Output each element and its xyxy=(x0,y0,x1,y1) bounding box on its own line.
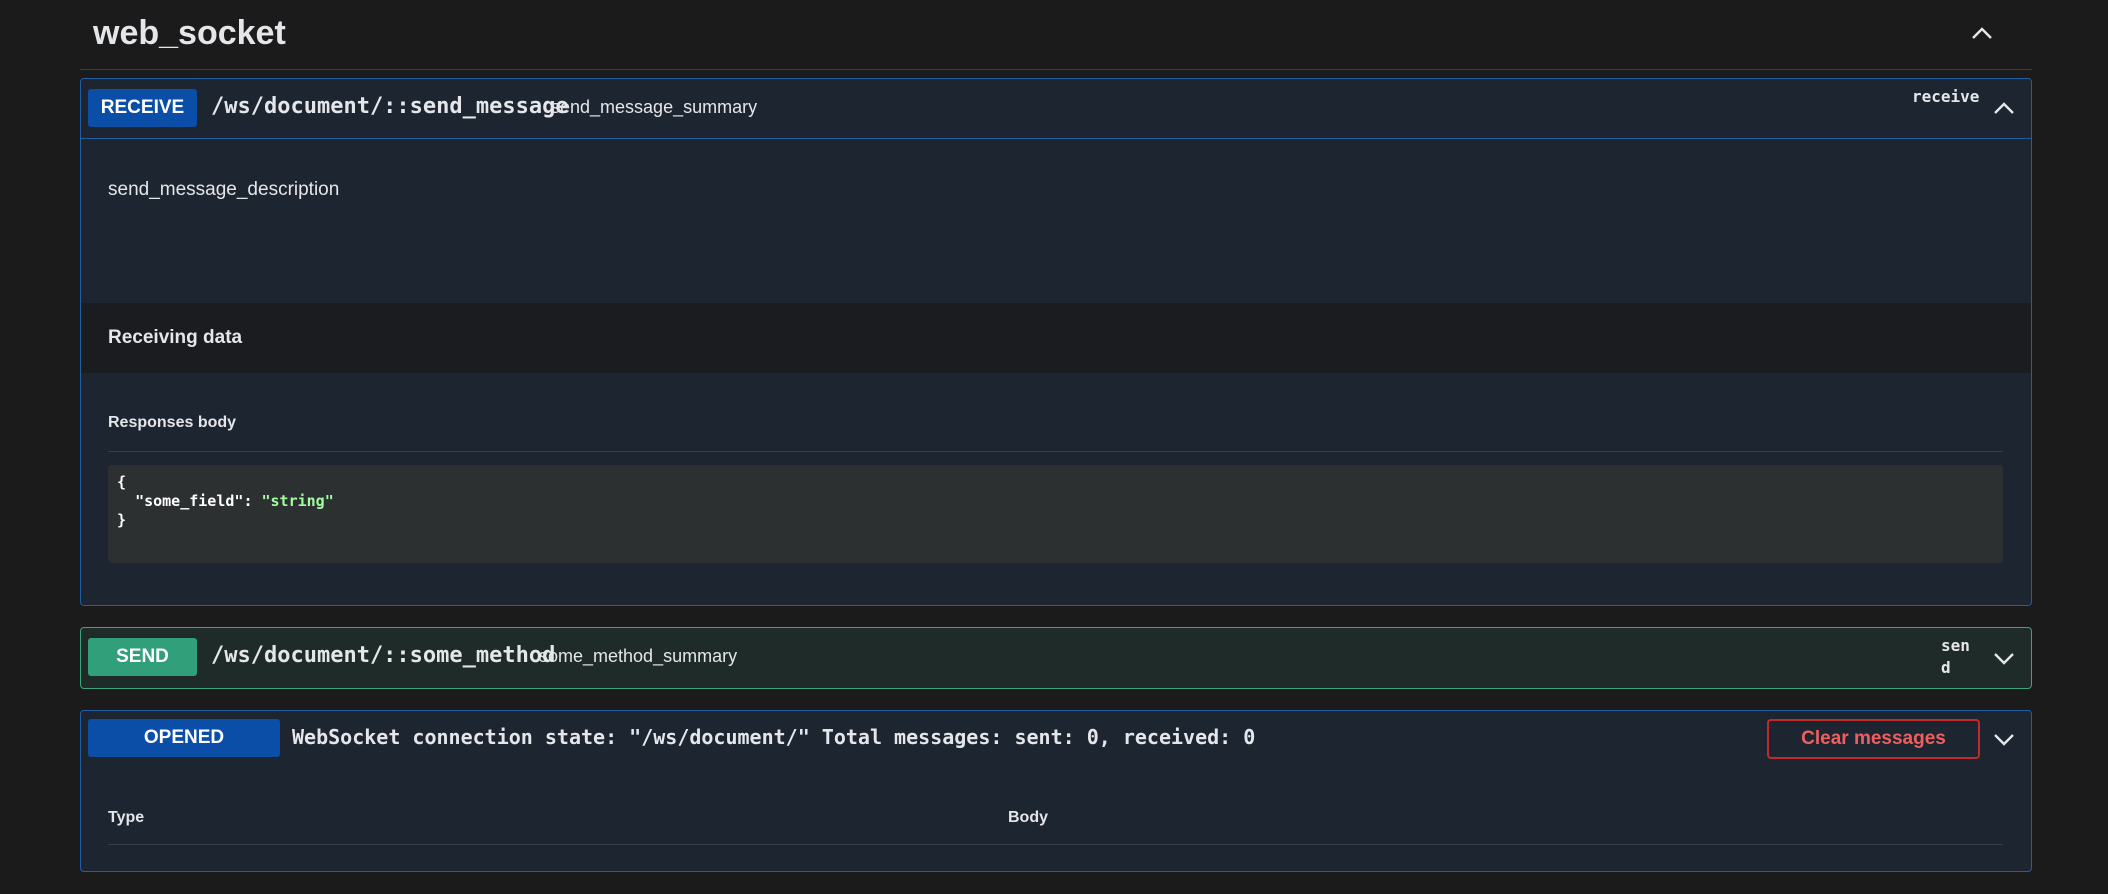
opened-badge: OPENED xyxy=(88,719,280,757)
responses-body-label: Responses body xyxy=(108,414,237,431)
chevron-down-icon[interactable] xyxy=(1990,725,2018,753)
websocket-panel: OPENED WebSocket connection state: "/ws/… xyxy=(80,710,2032,872)
section-title: web_socket xyxy=(93,14,286,52)
divider xyxy=(108,844,2003,845)
receive-operation: RECEIVE /ws/document/::send_message send… xyxy=(80,78,2032,606)
chevron-down-icon[interactable] xyxy=(1990,644,2018,672)
receiving-data-bar: Receiving data xyxy=(81,303,2031,373)
receive-badge: RECEIVE xyxy=(88,89,197,127)
chevron-up-icon[interactable] xyxy=(1990,95,2018,123)
code-key: "some_field" xyxy=(135,492,244,510)
operation-tag: receive xyxy=(1912,87,1980,106)
receive-operation-header[interactable]: RECEIVE /ws/document/::send_message send… xyxy=(81,79,2031,139)
operation-description: send_message_description xyxy=(108,179,340,200)
code-line: { xyxy=(117,473,127,491)
receiving-data-title: Receiving data xyxy=(108,327,243,348)
websocket-panel-header[interactable]: OPENED WebSocket connection state: "/ws/… xyxy=(81,711,2031,771)
code-line: "some_field": "string" xyxy=(135,492,334,510)
operation-path: /ws/document/::some_method xyxy=(211,643,556,668)
divider xyxy=(108,451,2003,452)
send-operation[interactable]: SEND /ws/document/::some_method some_met… xyxy=(80,627,2032,689)
clear-messages-button[interactable]: Clear messages xyxy=(1767,719,1980,759)
operation-summary: send_message_summary xyxy=(551,97,758,117)
operation-tag: send xyxy=(1941,636,1970,677)
operation-path: /ws/document/::send_message xyxy=(211,94,569,119)
send-operation-header[interactable]: SEND /ws/document/::some_method some_met… xyxy=(81,628,2031,688)
code-line: } xyxy=(117,511,127,529)
operation-summary: some_method_summary xyxy=(539,646,738,666)
code-value: "string" xyxy=(261,492,334,510)
send-badge: SEND xyxy=(88,638,197,676)
column-header-type: Type xyxy=(108,809,145,826)
section-header[interactable]: web_socket xyxy=(80,0,2032,70)
connection-state-text: WebSocket connection state: "/ws/documen… xyxy=(292,725,1256,749)
column-header-body: Body xyxy=(1008,809,1048,826)
response-code-block[interactable]: { "some_field": "string" } xyxy=(108,465,2003,563)
chevron-up-icon[interactable] xyxy=(1968,20,1996,48)
